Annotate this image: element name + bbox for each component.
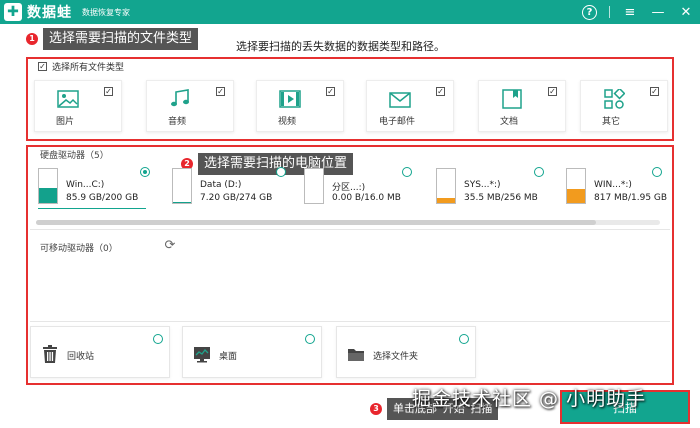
drive-icon (436, 168, 456, 204)
app-window: ✚ 数据蛙 数据恢复专家 ? ≡ — ✕ 1 选择需要扫描的文件类型 选择要扫描… (0, 0, 700, 428)
file-type-label: 视频 (277, 117, 296, 127)
location-label: 桌面 (219, 352, 238, 362)
step-3-number: 3 (370, 403, 382, 415)
music-icon (171, 89, 189, 107)
select-all-checkbox[interactable]: ✓ (38, 62, 47, 71)
location-radio[interactable] (153, 334, 163, 344)
help-icon[interactable]: ? (582, 4, 597, 20)
drive-size: 0.00 B/16.0 MB (332, 193, 401, 203)
file-type-card-other[interactable]: ✓ 其它 (580, 80, 668, 132)
document-icon (502, 89, 522, 109)
file-type-card-video[interactable]: ✓ 视频 (256, 80, 344, 132)
file-type-label: 其它 (601, 117, 620, 127)
removable-drives-title: 可移动驱动器（0） (40, 244, 118, 254)
logo-icon: ✚ (4, 3, 22, 21)
other-checkbox[interactable]: ✓ (650, 87, 659, 96)
drive-size: 85.9 GB/200 GB (66, 193, 139, 203)
video-icon (279, 90, 301, 108)
file-type-label: 图片 (55, 117, 74, 127)
drive-name: WIN...*:) (594, 180, 632, 190)
audio-checkbox[interactable]: ✓ (216, 87, 225, 96)
images-checkbox[interactable]: ✓ (104, 87, 113, 96)
file-type-label: 音频 (167, 117, 186, 127)
drive-radio[interactable] (534, 167, 544, 177)
drive-radio[interactable] (276, 167, 286, 177)
file-type-card-email[interactable]: ✓ 电子邮件 (366, 80, 454, 132)
menu-icon[interactable]: ≡ (622, 4, 638, 20)
drive-name: Win...C:) (66, 180, 105, 190)
video-checkbox[interactable]: ✓ (326, 87, 335, 96)
drive-size: 7.20 GB/274 GB (200, 193, 273, 203)
hard-drives-title: 硬盘驱动器（5） (40, 151, 109, 161)
select-all-types[interactable]: ✓ 选择所有文件类型 (38, 60, 124, 73)
drive-radio[interactable] (140, 167, 150, 177)
drive-size: 817 MB/1.95 GB (594, 193, 668, 203)
instruction-text: 选择要扫描的丢失数据的数据类型和路径。 (236, 40, 445, 53)
drive-usage-fill (437, 198, 455, 203)
drive-radio[interactable] (652, 167, 662, 177)
desktop-icon (194, 347, 210, 363)
window-controls: ? ≡ — ✕ (582, 0, 694, 24)
step-1-annotation: 1 选择需要扫描的文件类型 (26, 28, 199, 50)
other-icon (604, 89, 625, 109)
app-name: 数据蛙 (27, 5, 72, 21)
logo: ✚ 数据蛙 数据恢复专家 (4, 2, 130, 22)
app-subtitle: 数据恢复专家 (82, 7, 130, 17)
step-1-number: 1 (26, 33, 38, 45)
image-icon (57, 90, 79, 108)
drive-item[interactable]: Win...C:) 85.9 GB/200 GB (38, 168, 148, 208)
drives-scrollbar[interactable] (36, 220, 660, 225)
drive-name: Data (D:) (200, 180, 242, 190)
section-divider (30, 321, 670, 322)
drive-usage-fill (567, 188, 585, 203)
drive-icon (566, 168, 586, 204)
drive-item[interactable]: Data (D:) 7.20 GB/274 GB (172, 168, 292, 208)
drive-name: 分区...:) (332, 183, 366, 193)
scrollbar-thumb[interactable] (36, 220, 596, 225)
drive-size: 35.5 MB/256 MB (464, 193, 538, 203)
drive-icon (172, 168, 192, 204)
drive-icon (38, 168, 58, 204)
location-select-folder[interactable]: 选择文件夹 (336, 326, 476, 378)
folder-icon (348, 349, 364, 361)
title-separator (609, 6, 610, 18)
drive-icon (304, 168, 324, 204)
documents-checkbox[interactable]: ✓ (548, 87, 557, 96)
section-divider (30, 229, 670, 230)
location-recycle-bin[interactable]: 回收站 (30, 326, 170, 378)
location-label: 回收站 (67, 352, 95, 362)
selected-drive-underline (38, 208, 146, 209)
file-type-card-audio[interactable]: ✓ 音频 (146, 80, 234, 132)
location-desktop[interactable]: 桌面 (182, 326, 322, 378)
file-type-card-images[interactable]: ✓ 图片 (34, 80, 122, 132)
title-bar: ✚ 数据蛙 数据恢复专家 ? ≡ — ✕ (0, 0, 700, 24)
watermark-text: 掘金技术社区 @ 小明助手 (412, 388, 647, 410)
location-radio[interactable] (305, 334, 315, 344)
file-type-label: 电子邮件 (378, 117, 415, 127)
recycle-bin-icon (43, 345, 57, 363)
location-radio[interactable] (459, 334, 469, 344)
step-1-label: 选择需要扫描的文件类型 (43, 28, 199, 50)
email-checkbox[interactable]: ✓ (436, 87, 445, 96)
file-type-label: 文档 (499, 117, 518, 127)
close-icon[interactable]: ✕ (678, 4, 694, 20)
drive-name: SYS...*:) (464, 180, 501, 190)
select-all-label: 选择所有文件类型 (52, 63, 125, 73)
file-type-card-documents[interactable]: ✓ 文档 (478, 80, 566, 132)
location-label: 选择文件夹 (373, 352, 419, 362)
minimize-icon[interactable]: — (650, 4, 666, 20)
refresh-icon[interactable]: ⟳ (163, 239, 177, 253)
drive-usage-fill (173, 201, 191, 203)
drive-item[interactable]: WIN...*:) 817 MB/1.95 GB (566, 168, 668, 208)
email-icon (389, 92, 411, 108)
drive-radio[interactable] (402, 167, 412, 177)
drive-usage-fill (39, 188, 57, 203)
